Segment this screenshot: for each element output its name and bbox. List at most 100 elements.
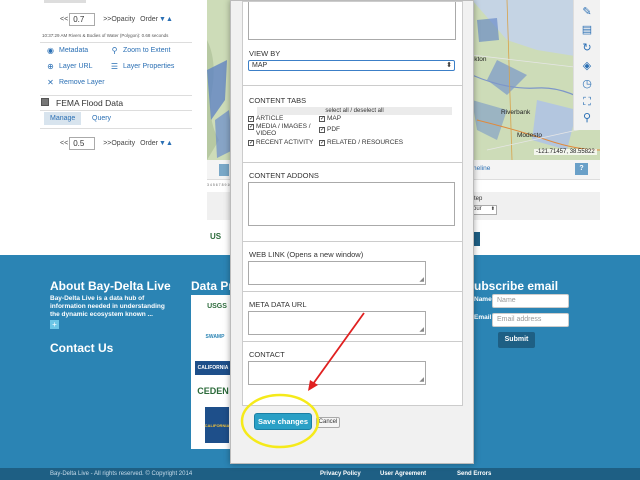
- cancel-button[interactable]: Cancel: [316, 417, 340, 428]
- partner-logos: USGS SWAMP CALIFORNIA CEDEN CALIFORNIA: [191, 295, 231, 449]
- help-button[interactable]: ?: [575, 163, 588, 175]
- remove-layer-link[interactable]: ✕ Remove Layer: [46, 78, 104, 87]
- edge-strip: [474, 232, 480, 246]
- about-more-button[interactable]: +: [50, 320, 59, 329]
- panel-tab-stub: [44, 0, 86, 3]
- email-label: Email: [474, 314, 492, 321]
- name-input[interactable]: Name: [492, 294, 569, 308]
- layer-load-timestamp: 10:37:29 AM Rivers & Bodies of Water (Po…: [42, 33, 169, 38]
- view-by-select[interactable]: MAP ⬍: [248, 60, 455, 71]
- layer-properties-label: Layer Properties: [123, 63, 175, 70]
- subscribe-title: ubscribe email: [474, 279, 559, 293]
- content-addons-box[interactable]: [248, 182, 455, 226]
- fullscreen-icon[interactable]: ⛶: [580, 96, 594, 108]
- opacity-prev-button[interactable]: <<: [60, 140, 68, 147]
- order-down-icon[interactable]: ▼: [159, 140, 166, 147]
- user-agreement-link[interactable]: User Agreement: [380, 471, 426, 477]
- opacity-next-button[interactable]: >>Opacity: [103, 140, 135, 147]
- tab-query[interactable]: Query: [86, 112, 117, 125]
- step-label: tep: [474, 196, 483, 202]
- order-label: Order: [140, 16, 159, 23]
- resize-grip-icon[interactable]: ◢: [419, 377, 424, 383]
- contact-title[interactable]: Contact Us: [50, 341, 113, 355]
- opacity-input[interactable]: [69, 137, 96, 150]
- email-input[interactable]: Email address: [492, 313, 569, 327]
- select-arrows-icon: ⬍: [490, 206, 495, 212]
- timeline-link[interactable]: neline: [473, 165, 490, 172]
- checkbox-label: MEDIA / IMAGES / VIDEO: [256, 123, 311, 137]
- contact-textarea[interactable]: ◢: [248, 361, 426, 385]
- opacity-input[interactable]: [69, 13, 96, 26]
- order-up-icon[interactable]: ▲: [166, 16, 173, 23]
- description-textarea[interactable]: [248, 2, 456, 40]
- collapse-toggle[interactable]: [41, 98, 49, 106]
- layer-url-icon: ⊕: [47, 62, 54, 71]
- divider: [40, 110, 192, 111]
- magnifier-icon: ⚲: [111, 46, 118, 55]
- web-link-label: WEB LINK (Opens a new window): [249, 250, 364, 259]
- checkbox-recent-activity[interactable]: ✓ RECENT ACTIVITY: [248, 139, 313, 146]
- order-up-icon[interactable]: ▲: [166, 140, 173, 147]
- order-down-icon[interactable]: ▼: [159, 16, 166, 23]
- zoom-label: Zoom to Extent: [123, 47, 171, 54]
- edit-settings-modal: VIEW BY MAP ⬍ CONTENT TABS select all / …: [230, 0, 474, 464]
- checkbox-map[interactable]: ✓ MAP: [319, 115, 341, 122]
- checkbox-icon: ✓: [319, 139, 326, 146]
- select-arrows-icon: ⬍: [446, 62, 452, 69]
- pencil-icon[interactable]: ✎: [580, 6, 594, 18]
- resize-grip-icon[interactable]: ◢: [419, 327, 424, 333]
- swamp-logo[interactable]: SWAMP: [199, 325, 231, 349]
- checkbox-label: MAP: [327, 115, 342, 122]
- checkbox-article[interactable]: ✓ ARTICLE: [248, 115, 283, 122]
- layers-icon[interactable]: ▤: [580, 24, 594, 36]
- coordinate-readout: -121.71457, 38.55822: [534, 149, 597, 155]
- resize-grip-icon[interactable]: ◢: [419, 277, 424, 283]
- name-label: Name: [474, 296, 492, 303]
- checkbox-label: RECENT ACTIVITY: [256, 139, 314, 146]
- california-dept-logo[interactable]: CALIFORNIA: [195, 361, 231, 375]
- divider: [40, 128, 192, 129]
- layer2-opacity-row: << >>Opacity Order ▼ ▲: [60, 137, 173, 150]
- about-text: Bay-Delta Live is a data hub of informat…: [50, 295, 165, 318]
- select-all-toggle[interactable]: select all / deselect all: [257, 107, 452, 115]
- meta-data-url-label: META DATA URL: [249, 300, 307, 309]
- divider: [243, 85, 462, 86]
- save-changes-button[interactable]: Save changes: [254, 413, 312, 430]
- layer1-opacity-row: << >>Opacity Order ▼ ▲: [60, 13, 173, 26]
- order-label: Order: [140, 140, 159, 147]
- layer-url-link[interactable]: ⊕ Layer URL: [46, 62, 92, 71]
- opacity-prev-button[interactable]: <<: [60, 16, 68, 23]
- web-link-textarea[interactable]: ◢: [248, 261, 426, 285]
- step-select[interactable]: our ⬍: [471, 205, 497, 215]
- checkbox-media[interactable]: ✓ MEDIA / IMAGES / VIDEO: [248, 123, 313, 137]
- metadata-link[interactable]: ◉ Metadata: [46, 46, 88, 55]
- metadata-label: Metadata: [59, 47, 89, 54]
- meta-data-url-textarea[interactable]: ◢: [248, 311, 426, 335]
- checkbox-pdf[interactable]: ✓ PDF: [319, 126, 340, 133]
- stack-icon[interactable]: ◈: [580, 60, 594, 72]
- contact-label: CONTACT: [249, 350, 285, 359]
- zoom-to-extent-link[interactable]: ⚲ Zoom to Extent: [110, 46, 171, 55]
- checkbox-related-resources[interactable]: ✓ RELATED / RESOURCES: [319, 139, 403, 146]
- checkbox-label: ARTICLE: [256, 115, 284, 122]
- opacity-next-button[interactable]: >>Opacity: [103, 16, 135, 23]
- history-icon[interactable]: ◷: [580, 78, 594, 90]
- checkbox-label: PDF: [327, 126, 340, 133]
- usgs-logo[interactable]: USGS: [203, 299, 231, 313]
- send-errors-link[interactable]: Send Errors: [457, 471, 491, 477]
- partners-title: Data Pr: [191, 279, 234, 293]
- layer-properties-link[interactable]: ☰ Layer Properties: [110, 62, 174, 71]
- tab-manage[interactable]: Manage: [44, 112, 82, 125]
- privacy-policy-link[interactable]: Privacy Policy: [320, 471, 361, 477]
- california-seal-logo[interactable]: CALIFORNIA: [205, 407, 229, 443]
- divider: [40, 95, 192, 96]
- refresh-icon[interactable]: ↻: [580, 42, 594, 54]
- step-value: our: [473, 206, 482, 212]
- search-icon[interactable]: ⚲: [580, 112, 594, 124]
- divider: [243, 241, 462, 242]
- ceden-logo[interactable]: CEDEN: [195, 383, 231, 399]
- timeline-play-button[interactable]: [219, 164, 229, 176]
- usgs-logo: US: [210, 232, 226, 244]
- checkbox-icon: ✓: [319, 126, 326, 133]
- submit-button[interactable]: Submit: [498, 332, 535, 348]
